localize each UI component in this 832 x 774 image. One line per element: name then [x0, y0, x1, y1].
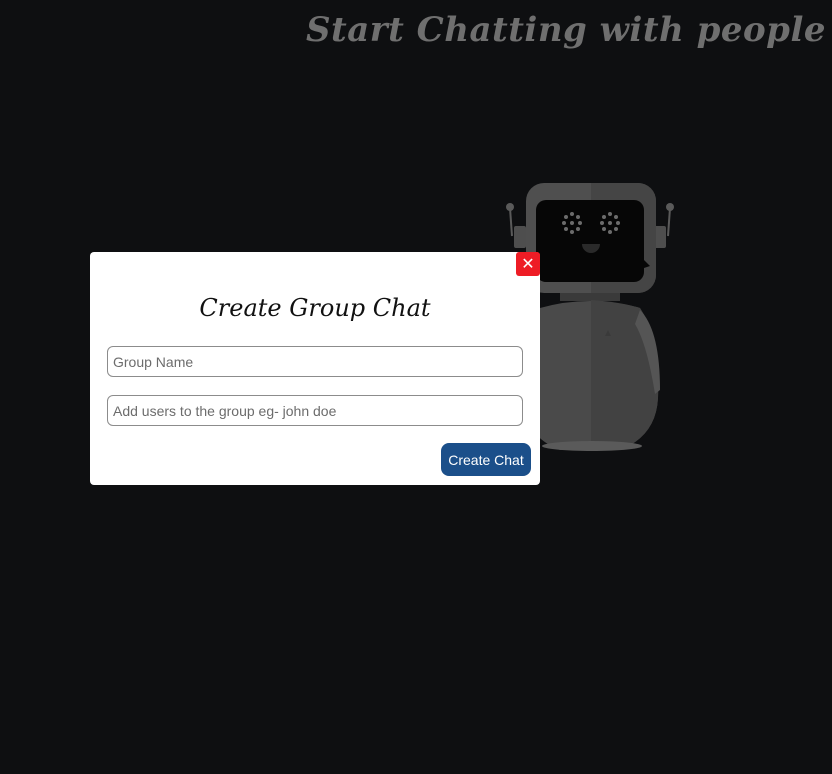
create-chat-button[interactable]: Create Chat: [441, 443, 531, 476]
add-users-input[interactable]: [107, 395, 523, 426]
chat-page: Start Chatting with people ✕ Create Grou…: [0, 0, 832, 774]
create-group-chat-modal: ✕ Create Group Chat Create Chat: [90, 252, 540, 485]
modal-title: Create Group Chat: [199, 294, 431, 322]
welcome-title: Start Chatting with people: [305, 10, 826, 50]
close-modal-button[interactable]: ✕: [516, 252, 540, 276]
group-name-input[interactable]: [107, 346, 523, 377]
